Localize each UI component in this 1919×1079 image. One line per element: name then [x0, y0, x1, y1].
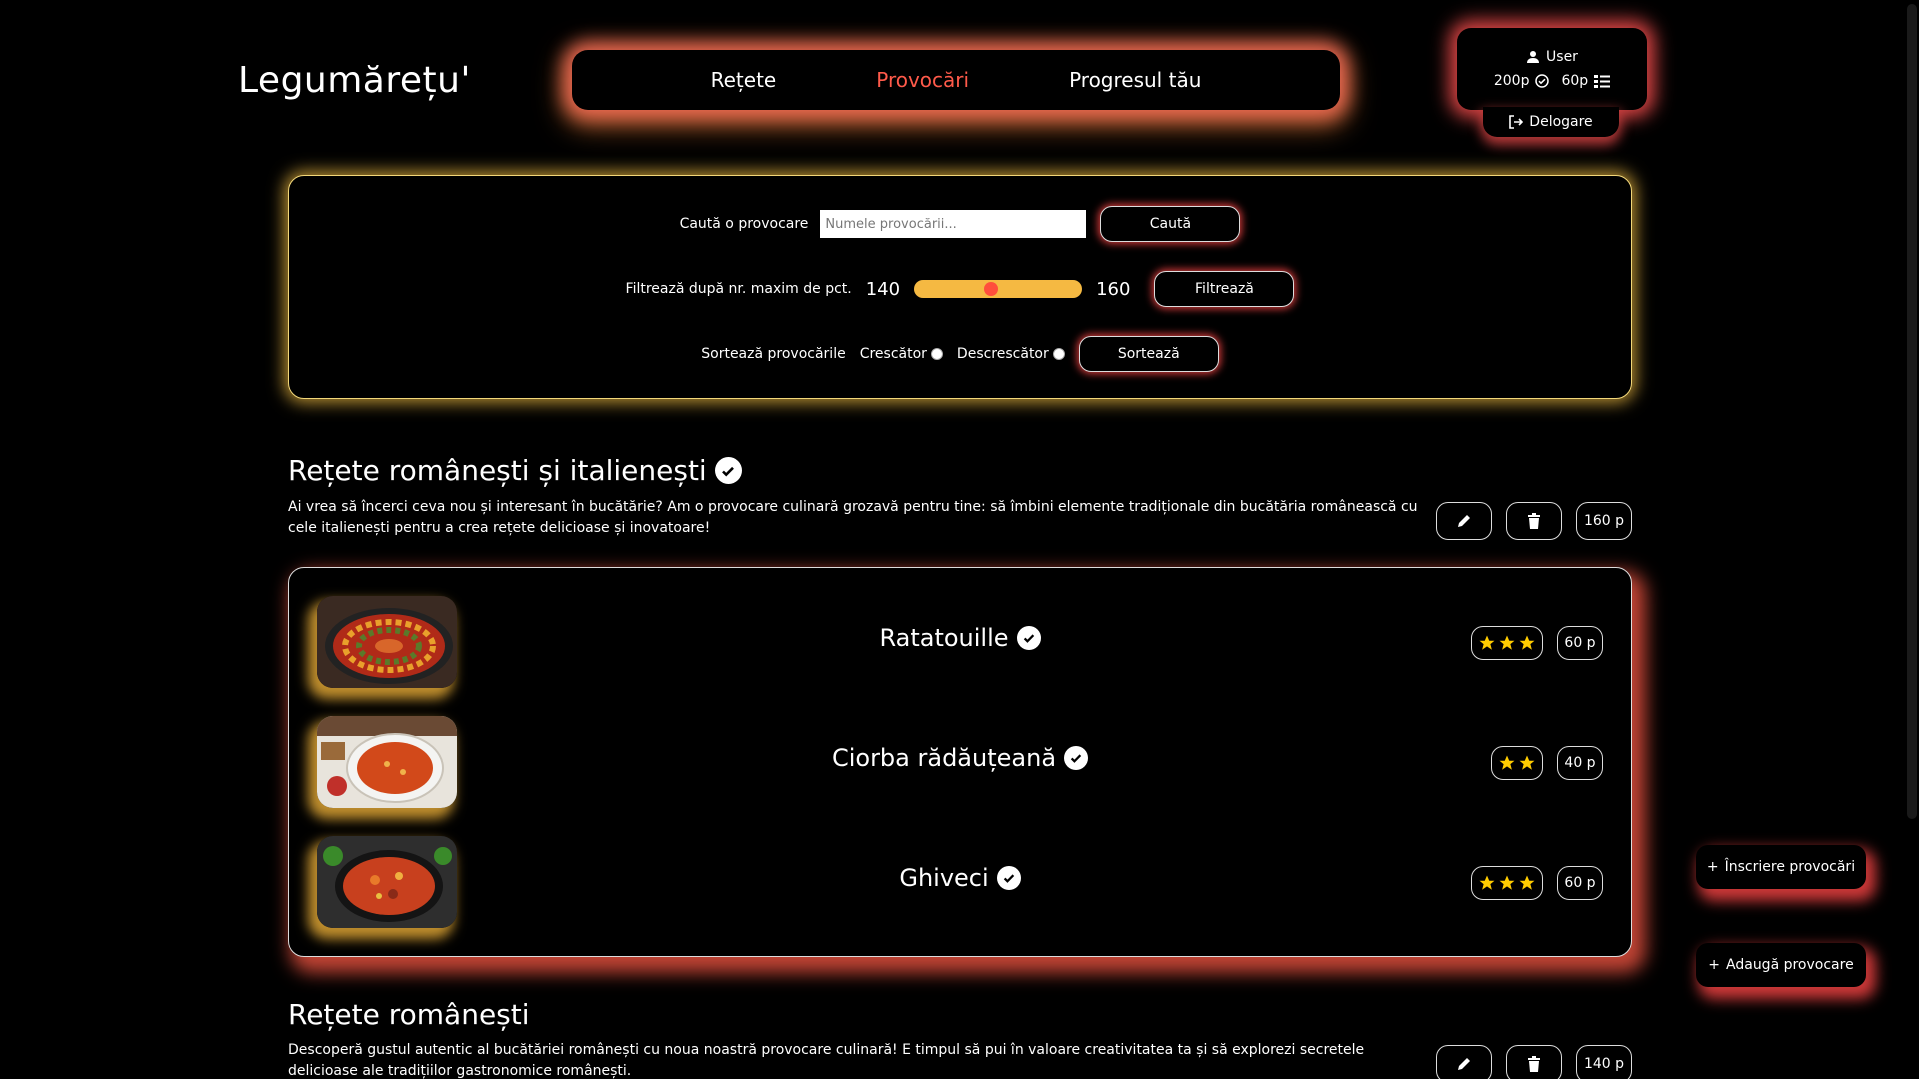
trash-icon: [1528, 1056, 1540, 1072]
search-button[interactable]: Caută: [1100, 206, 1241, 242]
list-item[interactable]: Ghiveci 60 p: [289, 836, 1631, 931]
check-circle-icon: [1535, 74, 1550, 88]
star-icon: [1479, 635, 1495, 650]
list-item[interactable]: Ratatouille 60 p: [289, 596, 1631, 691]
recipe-title: Ciorba rădăuțeană: [289, 744, 1631, 772]
star-icon: [1499, 635, 1515, 650]
edit-button[interactable]: [1436, 1045, 1492, 1079]
user-panel: User 200p 60p: [1457, 28, 1647, 110]
user-name: User: [1546, 49, 1578, 65]
check-icon: [714, 457, 742, 484]
challenge-title: Rețete românești: [288, 998, 530, 1031]
nav-recipes[interactable]: Rețete: [661, 68, 827, 92]
challenge-title-text: Rețete românești: [288, 998, 530, 1031]
list-item[interactable]: Ciorba rădăuțeană 40 p: [289, 716, 1631, 811]
slider-knob[interactable]: [983, 282, 998, 296]
challenge-description: Descoperă gustul autentic al bucătăriei …: [288, 1042, 1365, 1079]
star-rating: [1471, 866, 1543, 900]
star-icon: [1519, 755, 1535, 770]
logout-button[interactable]: Delogare: [1483, 107, 1619, 137]
recipe-title-text: Ciorba rădăuțeană: [831, 744, 1057, 772]
sort-button[interactable]: Sortează: [1078, 336, 1219, 372]
enroll-label: Înscriere provocări: [1724, 859, 1856, 875]
nav-progress[interactable]: Progresul tău: [1019, 68, 1251, 92]
recipe-title-text: Ratatouille: [879, 624, 1009, 652]
check-icon: [1064, 746, 1089, 770]
star-icon: [1519, 635, 1535, 650]
star-icon: [1519, 875, 1535, 890]
sort-asc-radio[interactable]: [930, 348, 943, 360]
check-icon: [996, 866, 1021, 890]
sort-asc-label: Crescător: [859, 346, 927, 362]
logout-icon: [1509, 115, 1524, 129]
range-max: 160: [1096, 278, 1131, 300]
tasks-icon: [1594, 75, 1611, 88]
search-row: Caută o provocare Caută: [289, 206, 1631, 242]
logout-label: Delogare: [1529, 114, 1593, 130]
sort-desc-radio[interactable]: [1052, 348, 1065, 360]
challenge-title-text: Rețete românești și italienești: [288, 454, 707, 487]
nav-challenges[interactable]: Provocări: [826, 68, 1019, 92]
logo[interactable]: Legumărețu': [238, 60, 471, 101]
recipe-points: 60 p: [1557, 626, 1603, 660]
challenge-points: 160 p: [1576, 502, 1632, 540]
scrollbar[interactable]: [1905, 0, 1919, 1079]
search-label: Caută o provocare: [679, 216, 809, 232]
trash-icon: [1528, 513, 1540, 529]
star-rating: [1471, 626, 1543, 660]
star-icon: [1499, 875, 1515, 890]
star-rating: [1491, 746, 1543, 780]
recipe-title-text: Ghiveci: [899, 864, 989, 892]
add-label: Adaugă provocare: [1726, 957, 1854, 973]
pencil-icon: [1458, 1058, 1470, 1070]
delete-button[interactable]: [1506, 1045, 1562, 1079]
points-pending: 60p: [1561, 73, 1589, 89]
sort-row: Sortează provocările Crescător Descrescă…: [289, 336, 1631, 372]
scrollbar-thumb[interactable]: [1907, 4, 1917, 819]
edit-button[interactable]: [1436, 502, 1492, 540]
pencil-icon: [1458, 515, 1470, 527]
plus-icon: +: [1706, 859, 1719, 875]
points-filter-row: Filtrează după nr. maxim de pct. 140 160…: [289, 271, 1631, 307]
filter-label: Filtrează după nr. maxim de pct.: [625, 281, 852, 297]
filter-button[interactable]: Filtrează: [1154, 271, 1295, 307]
check-icon: [1016, 626, 1041, 650]
points-done: 200p: [1493, 73, 1530, 89]
recipe-title: Ratatouille: [289, 624, 1631, 652]
sort-desc-label: Descrescător: [956, 346, 1049, 362]
main-nav: Rețete Provocări Progresul tău: [572, 50, 1340, 110]
challenge-description: Ai vrea să încerci ceva nou și interesan…: [288, 499, 1418, 536]
star-icon: [1479, 875, 1495, 890]
search-input[interactable]: [820, 210, 1087, 238]
enroll-challenges-button[interactable]: + Înscriere provocări: [1696, 845, 1866, 889]
user-icon: [1527, 51, 1540, 63]
challenge-points: 140 p: [1576, 1045, 1632, 1079]
star-icon: [1499, 755, 1515, 770]
sort-label: Sortează provocările: [701, 346, 846, 362]
recipe-title: Ghiveci: [289, 864, 1631, 892]
page: Legumărețu' Rețete Provocări Progresul t…: [0, 0, 1919, 1079]
plus-icon: +: [1708, 957, 1721, 973]
add-challenge-button[interactable]: + Adaugă provocare: [1696, 943, 1866, 987]
delete-button[interactable]: [1506, 502, 1562, 540]
recipes-list: Ratatouille 60 p Ciorba rădăuțeană 40 p …: [288, 567, 1632, 957]
filter-panel: Caută o provocare Caută Filtrează după n…: [288, 175, 1632, 399]
recipe-points: 40 p: [1557, 746, 1603, 780]
challenge-title: Rețete românești și italienești: [288, 454, 742, 487]
range-min: 140: [865, 278, 901, 300]
recipe-points: 60 p: [1557, 866, 1603, 900]
points-slider[interactable]: [914, 280, 1083, 298]
